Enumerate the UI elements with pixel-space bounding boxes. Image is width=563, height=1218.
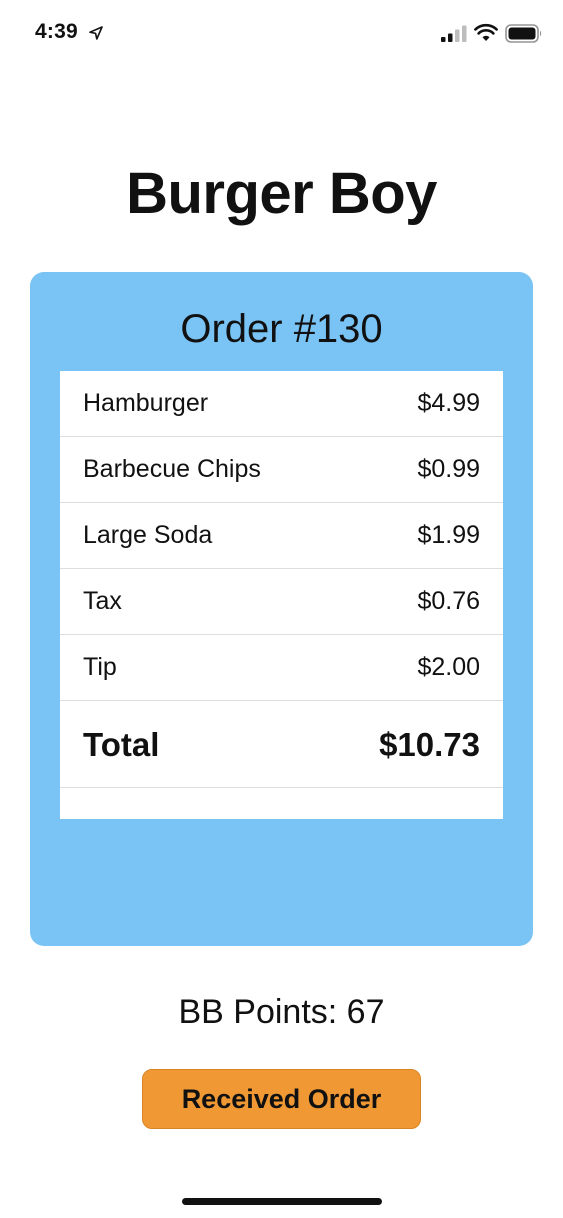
- order-total-row: Total $10.73: [60, 701, 503, 788]
- order-item-row: Barbecue Chips $0.99: [60, 437, 503, 503]
- order-item-label: Barbecue Chips: [83, 455, 261, 483]
- order-item-label: Hamburger: [83, 389, 209, 417]
- order-item-row: Large Soda $1.99: [60, 503, 503, 569]
- home-indicator[interactable]: [182, 1198, 382, 1205]
- wifi-icon: [474, 23, 498, 41]
- order-item-row: Tip $2.00: [60, 635, 503, 701]
- order-item-label: Tax: [83, 587, 122, 615]
- cellular-signal-icon: [441, 25, 467, 42]
- order-item-price: $4.99: [417, 389, 480, 417]
- order-total-label: Total: [83, 726, 160, 763]
- app-title: Burger Boy: [126, 161, 437, 226]
- order-item-row: Tax $0.76: [60, 569, 503, 635]
- order-item-price: $1.99: [417, 521, 480, 549]
- order-item-label: Tip: [83, 653, 117, 681]
- order-item-price: $0.76: [417, 587, 480, 615]
- location-arrow-icon: [89, 26, 103, 40]
- order-items-table: Hamburger $4.99 Barbecue Chips $0.99 Lar…: [60, 371, 503, 819]
- received-order-button[interactable]: Received Order: [142, 1069, 421, 1129]
- order-item-price: $0.99: [417, 455, 480, 483]
- order-item-label: Large Soda: [83, 521, 213, 549]
- status-time: 4:39: [35, 20, 78, 43]
- bb-points: BB Points: 67: [178, 993, 385, 1031]
- order-number: Order #130: [180, 307, 383, 351]
- status-bar: 4:39: [0, 0, 563, 70]
- order-total-price: $10.73: [379, 726, 480, 763]
- battery-icon: [505, 24, 542, 43]
- order-card: Order #130 Hamburger $4.99 Barbecue Chip…: [30, 272, 533, 946]
- order-item-price: $2.00: [417, 653, 480, 681]
- order-item-row: Hamburger $4.99: [60, 371, 503, 437]
